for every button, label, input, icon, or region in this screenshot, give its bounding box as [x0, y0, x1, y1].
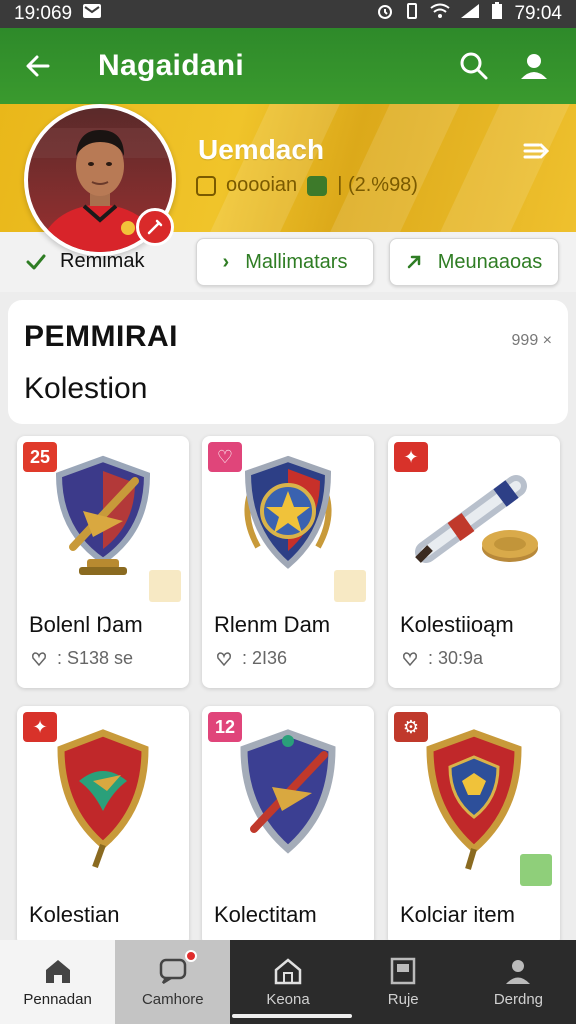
item-meta: : 2I36: [216, 648, 287, 669]
account-button[interactable]: [510, 42, 558, 90]
collection-title: PEMMIRAI: [24, 320, 178, 353]
profile-stats: ooooian | (2.%98): [196, 174, 418, 197]
heart-icon: [217, 651, 231, 666]
item-name: Kolectitam: [214, 902, 317, 927]
action-label-2: Meunaaoas: [437, 250, 543, 273]
stats-box-icon: [196, 175, 216, 196]
notification-dot: [185, 950, 198, 962]
collection-item[interactable]: ♡ Rlenm Dam : 2I36: [202, 436, 374, 688]
stats-text: ooooian: [226, 174, 298, 196]
nav-profile[interactable]: Derdng: [461, 940, 576, 1024]
chat-icon: [159, 958, 187, 984]
status-time-right: 79:04: [514, 3, 562, 24]
action-button-1[interactable]: › Mallimatars: [196, 238, 374, 286]
avatar-edit-badge[interactable]: [136, 208, 174, 246]
item-name: Rlenm Dam: [214, 612, 331, 637]
vibrate-icon: [404, 2, 420, 26]
arrow-left-icon: [26, 55, 50, 77]
logout-button[interactable]: [520, 134, 554, 168]
more-icon[interactable]: [334, 570, 366, 602]
back-button[interactable]: [18, 46, 58, 86]
edit-icon: [147, 219, 163, 235]
collection-item[interactable]: ✦ Kolestian: [17, 706, 189, 946]
nav-chat[interactable]: Camhore: [115, 940, 231, 1024]
item-name: Kolciar item: [400, 902, 515, 927]
home-icon: [45, 959, 70, 983]
nav-document[interactable]: Ruje: [346, 940, 461, 1024]
status-time-left: 19:069: [14, 3, 73, 24]
collection-subtitle: Kolestion: [24, 372, 148, 405]
nav-house[interactable]: Keona: [230, 940, 345, 1024]
item-badge: ✦: [394, 442, 428, 472]
collection-item[interactable]: ⚙ Kolciar item: [388, 706, 560, 946]
collection-count[interactable]: 999 ×: [512, 332, 552, 350]
item-name: Bolenl Ŋam: [29, 612, 143, 637]
action-button-2[interactable]: Meunaaoas: [389, 238, 559, 286]
app-bar: Nagaidani: [0, 28, 576, 104]
search-icon: [460, 52, 488, 80]
more-icon[interactable]: [149, 570, 181, 602]
check-icon: [26, 254, 46, 269]
status-bar: 19:069 79:04: [0, 0, 576, 28]
item-meta: : 30:9a: [402, 648, 483, 669]
person-icon: [506, 959, 531, 984]
item-name: Kolestiioąm: [400, 612, 514, 637]
arrow-up-right-icon: [407, 255, 420, 269]
heart-icon: [403, 651, 417, 666]
item-meta: : S138 se: [31, 648, 133, 669]
alarm-icon: [376, 2, 394, 26]
nav-home[interactable]: Pennadan: [0, 940, 116, 1024]
item-badge: ♡: [208, 442, 242, 472]
item-badge: ⚙: [394, 712, 428, 742]
item-badge: 25: [23, 442, 57, 472]
person-icon: [521, 54, 547, 79]
signal-icon: [460, 3, 480, 25]
collection-item[interactable]: 25 Bolenl Ŋam : S138 se: [17, 436, 189, 688]
message-icon: [82, 3, 102, 25]
collection-item[interactable]: 12 Kolectitam: [202, 706, 374, 946]
heart-icon: [32, 651, 46, 666]
search-button[interactable]: [450, 42, 498, 90]
collection-header: PEMMIRAI Kolestion 999 ×: [8, 300, 568, 424]
collection-item[interactable]: ✦ Kolestiioąm : 30:9a: [388, 436, 560, 688]
document-icon: [390, 957, 416, 984]
bottom-nav: Pennadan Camhore Keona Ruje Derdng: [0, 940, 576, 1024]
stats-dot-icon: [307, 175, 328, 196]
home-indicator: [232, 1014, 352, 1018]
action-label-1: Mallimatars: [245, 250, 348, 273]
expand-icon[interactable]: [520, 854, 552, 886]
profile-name: Uemdach: [198, 134, 325, 165]
logout-icon: [523, 143, 550, 159]
page-title: Nagaidani: [98, 49, 245, 82]
stats-value: | (2.%98): [337, 174, 418, 196]
wifi-icon: [430, 3, 451, 25]
item-badge: ✦: [23, 712, 57, 742]
item-badge: 12: [208, 712, 242, 742]
battery-icon: [490, 2, 504, 26]
house-outline-icon: [274, 957, 302, 984]
chevron-right-icon: ›: [222, 250, 230, 273]
item-name: Kolestian: [29, 902, 120, 927]
